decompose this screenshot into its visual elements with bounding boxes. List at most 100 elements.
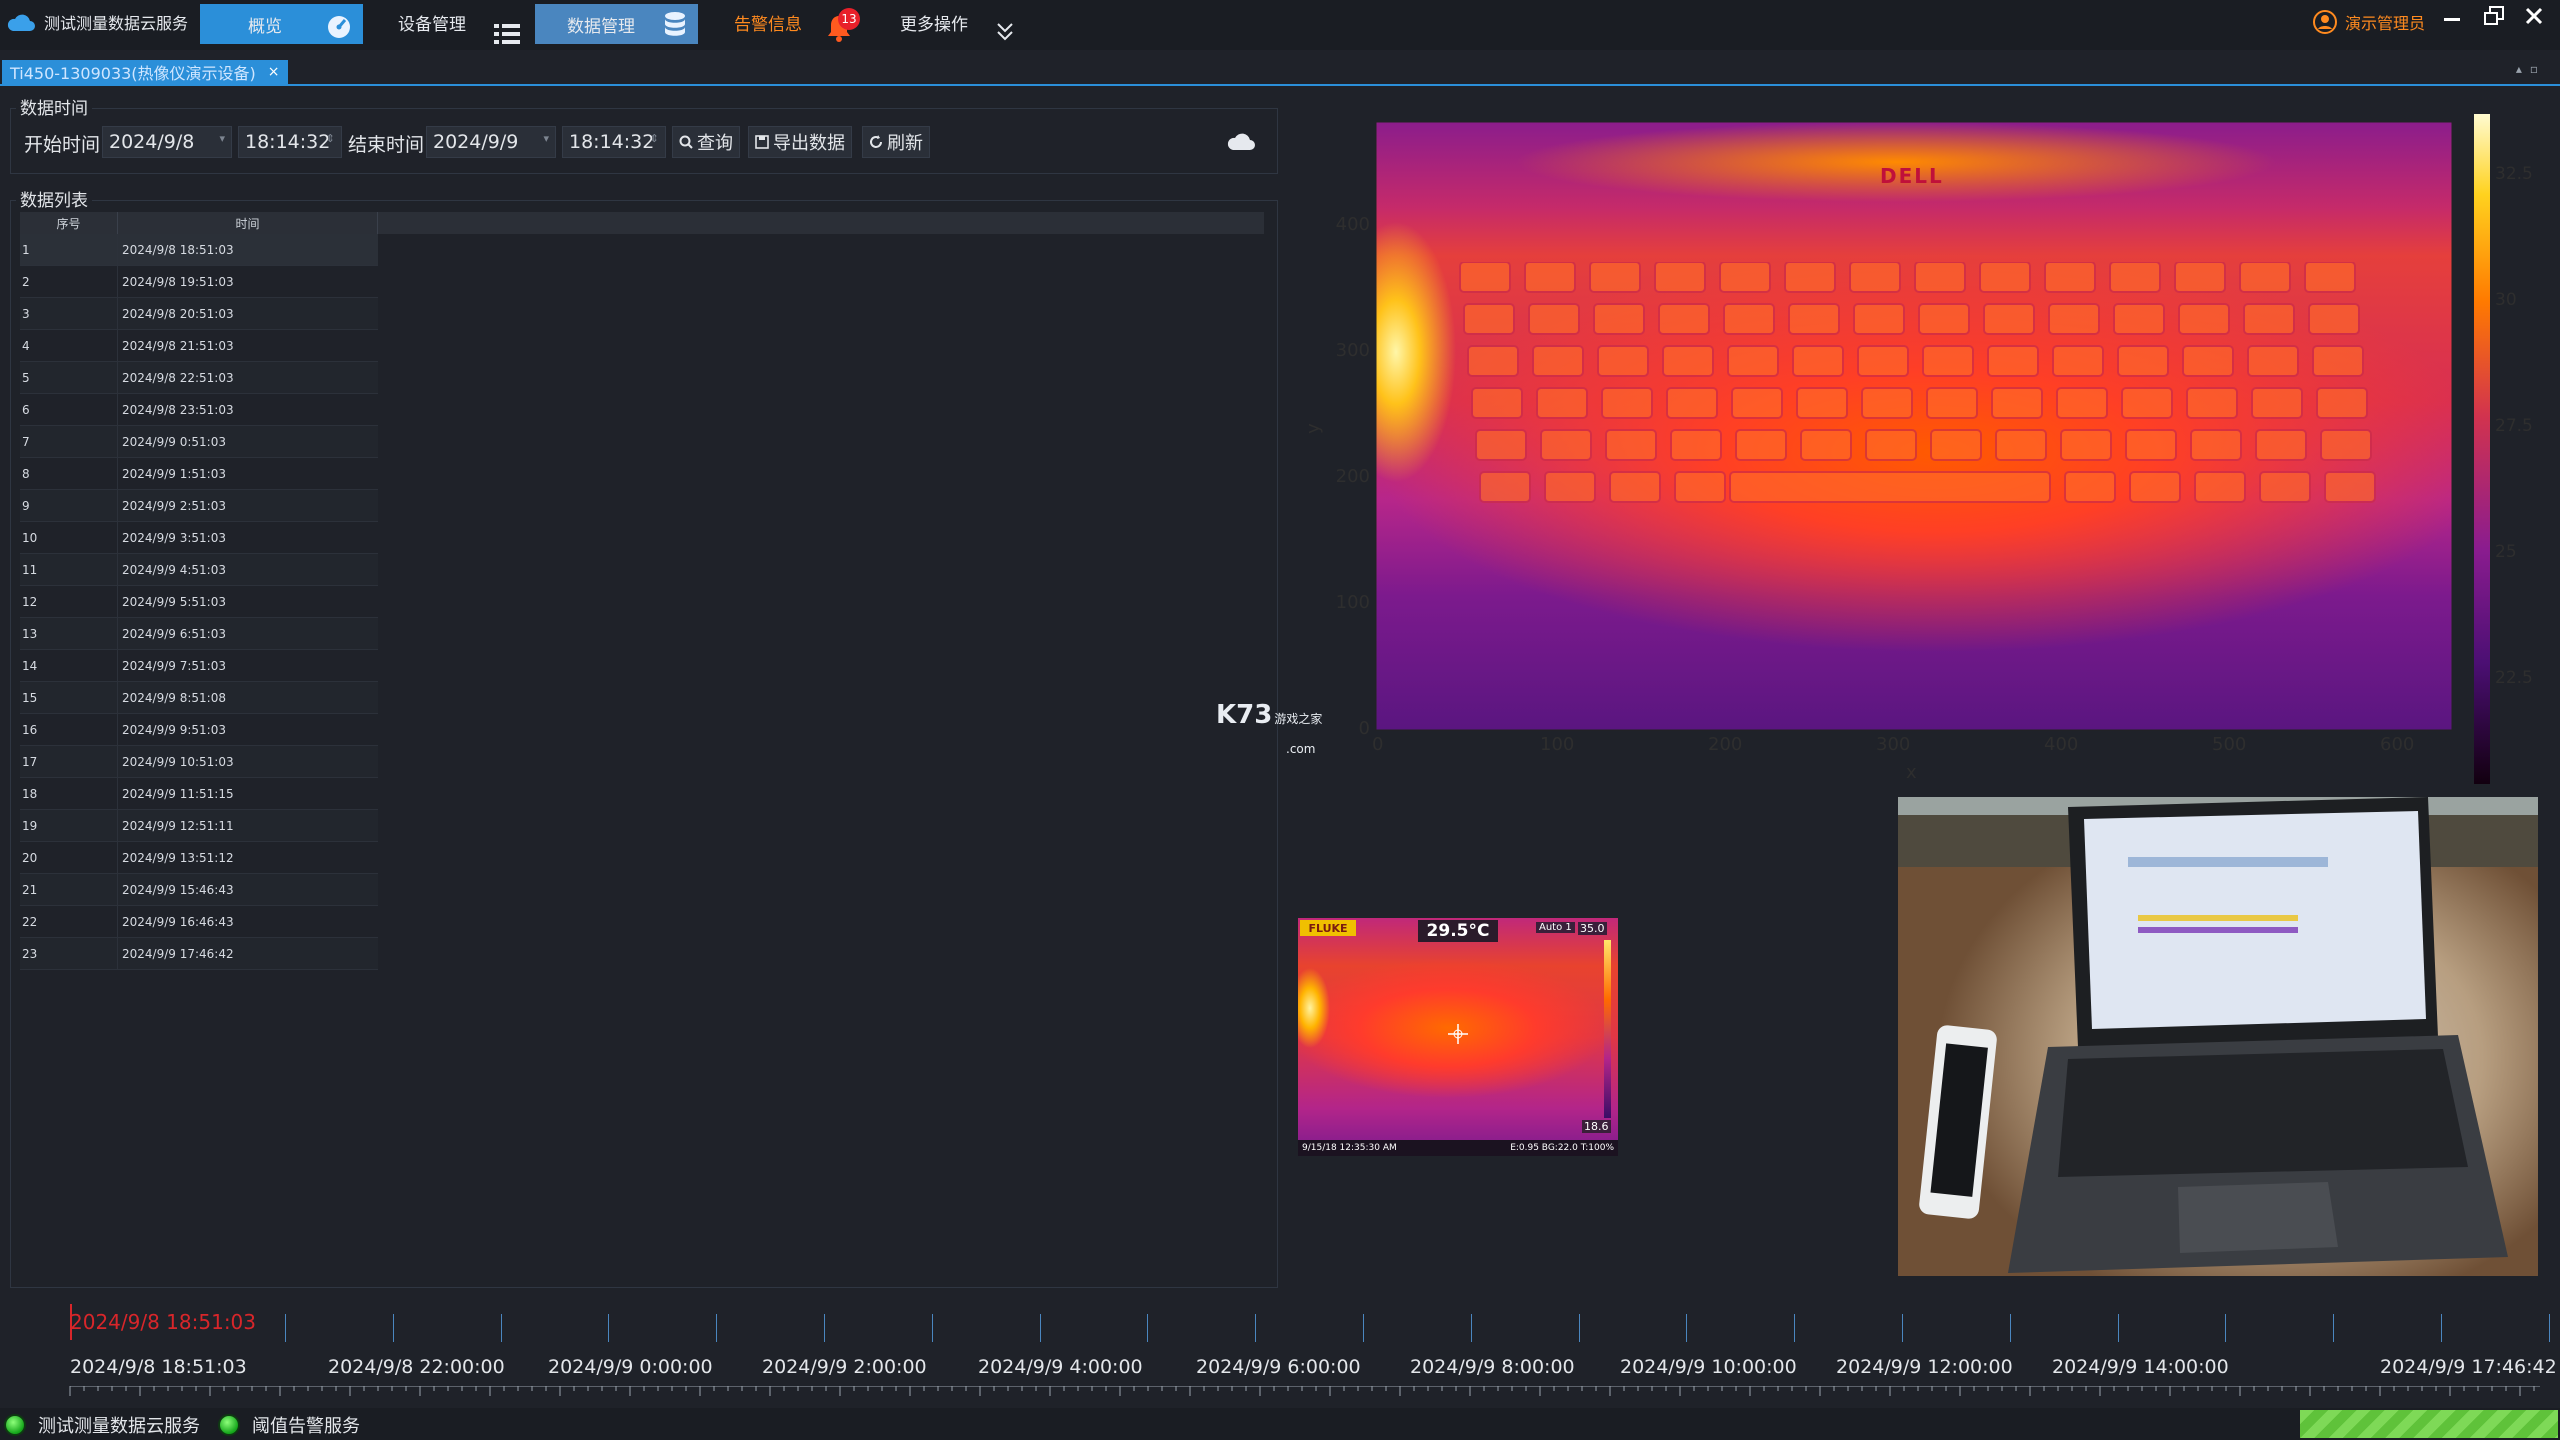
- status-service-label: 测试测量数据云服务: [38, 1416, 200, 1437]
- table-row[interactable]: 9 2024/9/9 2:51:03: [20, 490, 378, 522]
- double-chevron-down-icon[interactable]: [996, 10, 1014, 54]
- heatmap-axes: [1375, 121, 2453, 731]
- timeline-data-mark[interactable]: [2009, 1314, 2011, 1342]
- timeline-data-mark[interactable]: [2333, 1314, 2335, 1342]
- top-bar: 测试测量数据云服务 概览 设备管理 数据管理 告警信息 13 更多操作 演示管理…: [0, 0, 2560, 50]
- timeline-data-mark[interactable]: [1255, 1314, 1257, 1342]
- timeline-data-mark[interactable]: [1470, 1314, 1472, 1342]
- heatmap-colorbar: [2474, 114, 2490, 784]
- minimize-icon[interactable]: [2440, 4, 2464, 28]
- app-title-text: 测试测量数据云服务: [44, 14, 189, 33]
- tab-pin-icon[interactable]: ▴: [2516, 62, 2530, 76]
- cell-index: 12: [22, 586, 118, 617]
- timeline-data-mark[interactable]: [392, 1314, 394, 1342]
- status-threshold[interactable]: 阈值告警服务: [218, 1412, 360, 1438]
- status-bar: 测试测量数据云服务 阈值告警服务: [0, 1408, 2560, 1440]
- table-row[interactable]: 13 2024/9/9 6:51:03: [20, 618, 378, 650]
- cell-index: 19: [22, 810, 118, 841]
- heatmap-ytick: 400: [1335, 214, 1370, 235]
- timeline-data-mark[interactable]: [608, 1314, 610, 1342]
- cell-time: 2024/9/8 22:51:03: [122, 370, 234, 385]
- nav-device-button[interactable]: 设备管理: [398, 0, 466, 44]
- table-row[interactable]: 14 2024/9/9 7:51:03: [20, 650, 378, 682]
- cell-index: 5: [22, 362, 118, 393]
- timeline[interactable]: 2024/9/8 18:51:03 2024/9/8 18:51:03 2024/…: [0, 1298, 2560, 1408]
- table-row[interactable]: 23 2024/9/9 17:46:42: [20, 938, 378, 970]
- timeline-data-mark[interactable]: [2225, 1314, 2227, 1342]
- start-time-spinner[interactable]: 18:14:32 ⇕: [238, 126, 342, 158]
- table-row[interactable]: 2 2024/9/8 19:51:03: [20, 266, 378, 298]
- timeline-data-mark[interactable]: [1363, 1314, 1364, 1342]
- table-row[interactable]: 17 2024/9/9 10:51:03: [20, 746, 378, 778]
- device-photo[interactable]: [1898, 797, 2538, 1276]
- table-row[interactable]: 22 2024/9/9 16:46:43: [20, 906, 378, 938]
- cell-index: 17: [22, 746, 118, 777]
- table-row[interactable]: 15 2024/9/9 8:51:08: [20, 682, 378, 714]
- timeline-label: 2024/9/9 6:00:00: [1196, 1356, 1361, 1378]
- table-row[interactable]: 1 2024/9/8 18:51:03: [20, 234, 378, 266]
- timeline-data-mark[interactable]: [1686, 1314, 1688, 1342]
- timeline-data-mark[interactable]: [285, 1314, 286, 1342]
- table-row[interactable]: 8 2024/9/9 1:51:03: [20, 458, 378, 490]
- table-row[interactable]: 21 2024/9/9 15:46:43: [20, 874, 378, 906]
- timeline-data-mark[interactable]: [500, 1314, 502, 1342]
- timeline-data-mark[interactable]: [2117, 1314, 2119, 1342]
- nav-more-button[interactable]: 更多操作: [900, 0, 968, 44]
- timeline-label: 2024/9/9 10:00:00: [1620, 1356, 1797, 1378]
- start-time-value: 18:14:32: [245, 131, 331, 153]
- export-button[interactable]: 导出数据: [748, 126, 852, 158]
- timeline-data-mark[interactable]: [1039, 1314, 1041, 1342]
- end-date-picker[interactable]: 2024/9/9 ▾: [426, 126, 556, 158]
- table-row[interactable]: 12 2024/9/9 5:51:03: [20, 586, 378, 618]
- column-header-index[interactable]: 序号: [20, 212, 118, 234]
- nav-overview-button[interactable]: 概览: [200, 4, 363, 44]
- tab-close-icon[interactable]: ×: [268, 64, 280, 80]
- table-body: 1 2024/9/8 18:51:03 2 2024/9/8 19:51:03 3 202…: [20, 234, 378, 970]
- timeline-data-mark[interactable]: [2548, 1314, 2550, 1342]
- status-ok-icon: [4, 1414, 26, 1436]
- tab-float-icon[interactable]: ▫: [2530, 62, 2546, 76]
- database-icon: [665, 12, 685, 36]
- table-row[interactable]: 7 2024/9/9 0:51:03: [20, 426, 378, 458]
- user-menu[interactable]: 演示管理员: [2313, 0, 2425, 44]
- cloud-icon[interactable]: [1226, 130, 1256, 152]
- tab-device[interactable]: Ti450-1309033(热像仪演示设备) ×: [2, 60, 288, 84]
- dropdown-arrow-icon: ▾: [219, 132, 225, 145]
- table-row[interactable]: 3 2024/9/8 20:51:03: [20, 298, 378, 330]
- restore-icon[interactable]: [2482, 4, 2506, 28]
- timeline-data-mark[interactable]: [824, 1314, 825, 1342]
- timeline-data-mark[interactable]: [1578, 1314, 1580, 1342]
- heatmap-ytick: 300: [1335, 340, 1370, 361]
- table-row[interactable]: 19 2024/9/9 12:51:11: [20, 810, 378, 842]
- cell-time: 2024/9/9 4:51:03: [122, 562, 226, 577]
- table-row[interactable]: 6 2024/9/8 23:51:03: [20, 394, 378, 426]
- close-icon[interactable]: [2522, 4, 2546, 28]
- timeline-data-mark[interactable]: [716, 1314, 718, 1342]
- timeline-ruler: [69, 1386, 2540, 1396]
- refresh-button[interactable]: 刷新: [862, 126, 930, 158]
- timeline-data-mark[interactable]: [931, 1314, 933, 1342]
- nav-alarm-button[interactable]: 告警信息: [734, 0, 802, 44]
- table-row[interactable]: 10 2024/9/9 3:51:03: [20, 522, 378, 554]
- timeline-cursor[interactable]: [70, 1304, 72, 1340]
- nav-data-button[interactable]: 数据管理: [535, 4, 698, 44]
- list-icon[interactable]: [494, 12, 520, 56]
- cell-index: 9: [22, 490, 118, 521]
- table-row[interactable]: 18 2024/9/9 11:51:15: [20, 778, 378, 810]
- table-row[interactable]: 16 2024/9/9 9:51:03: [20, 714, 378, 746]
- start-date-picker[interactable]: 2024/9/8 ▾: [102, 126, 232, 158]
- column-header-time[interactable]: 时间: [118, 212, 378, 234]
- query-button[interactable]: 查询: [672, 126, 740, 158]
- tab-device-label: Ti450-1309033(热像仪演示设备): [10, 64, 256, 83]
- end-time-spinner[interactable]: 18:14:32 ⇕: [562, 126, 666, 158]
- camera-mode: Auto 1: [1536, 922, 1575, 933]
- table-row[interactable]: 20 2024/9/9 13:51:12: [20, 842, 378, 874]
- table-row[interactable]: 11 2024/9/9 4:51:03: [20, 554, 378, 586]
- timeline-data-mark[interactable]: [1147, 1314, 1149, 1342]
- table-row[interactable]: 4 2024/9/8 21:51:03: [20, 330, 378, 362]
- table-row[interactable]: 5 2024/9/8 22:51:03: [20, 362, 378, 394]
- timeline-data-mark[interactable]: [1794, 1314, 1796, 1342]
- timeline-data-mark[interactable]: [2441, 1314, 2442, 1342]
- status-service[interactable]: 测试测量数据云服务: [4, 1412, 200, 1438]
- timeline-data-mark[interactable]: [1902, 1314, 1903, 1342]
